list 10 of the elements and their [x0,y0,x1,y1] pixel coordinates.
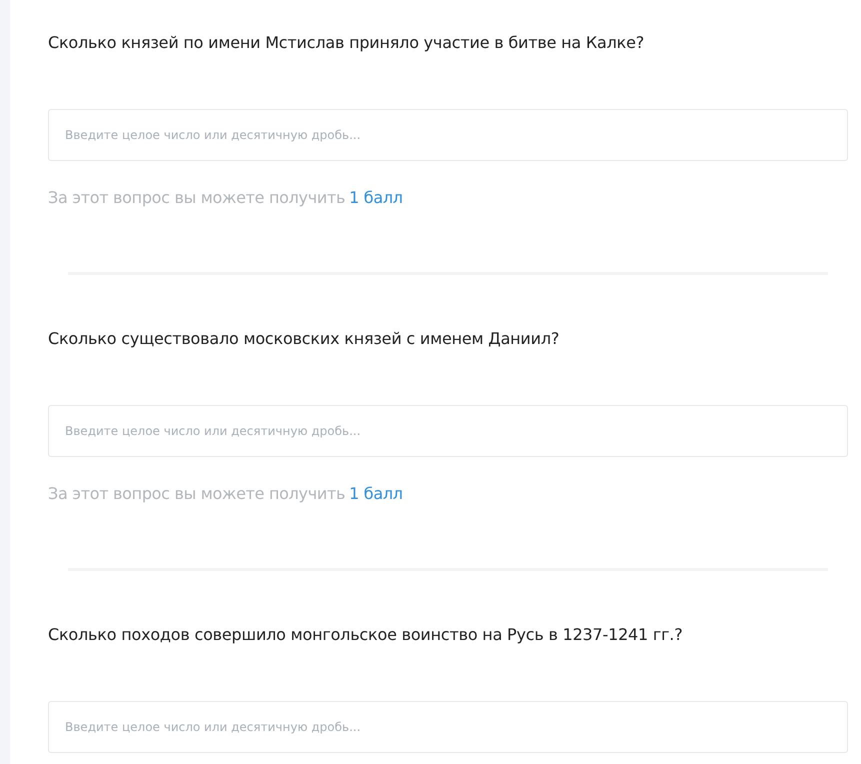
points-label: За этот вопрос вы можете получить [48,483,346,505]
points-value: 1 балл [349,483,403,505]
question-text: Сколько походов совершило монгольское воинство на Русь в 1237-1241 гг.? [48,625,684,645]
points-label: За этот вопрос вы можете получить [48,187,346,209]
points-value: 1 балл [349,187,403,209]
question-text: Сколько князей по имени Мстислав приняло участие в битве на Калке? [48,33,646,53]
question-text: Сколько существовало московских князей с именем Даниил? [48,329,560,349]
answer-field[interactable]: Введите целое число или десятичную дробь... [48,701,848,753]
answer-field[interactable]: Введите целое число или десятичную дробь... [48,109,848,161]
answer-field[interactable]: Введите целое число или десятичную дробь... [48,405,848,457]
